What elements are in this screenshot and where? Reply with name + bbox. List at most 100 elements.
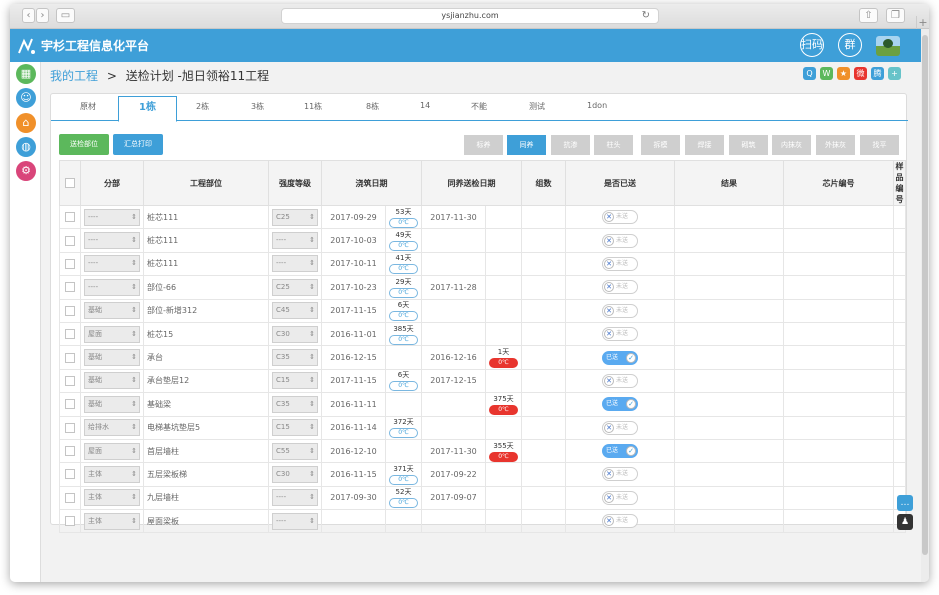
row-select-cell[interactable] — [59, 415, 81, 440]
row-select-cell[interactable] — [59, 462, 81, 487]
chip-cell[interactable] — [783, 462, 894, 487]
col-pour-date[interactable]: 浇筑日期 — [321, 160, 422, 206]
row-checkbox[interactable] — [65, 516, 75, 527]
groups-cell[interactable] — [521, 345, 566, 370]
col-sample[interactable]: 样品编号 — [893, 160, 906, 206]
row-checkbox[interactable] — [65, 258, 75, 269]
result-cell[interactable] — [674, 204, 784, 230]
reload-icon[interactable]: ↻ — [642, 9, 650, 23]
send-date-cell[interactable]: 2017-09-07 — [421, 485, 486, 511]
part-cell[interactable]: 电梯基坑垫层5 — [143, 415, 269, 440]
part-cell[interactable]: 桩芯15 — [143, 321, 269, 347]
sent-toggle[interactable]: ✕ 未送 — [602, 210, 638, 225]
sample-cell[interactable] — [893, 438, 906, 464]
filter-leveling[interactable]: 找平 — [860, 135, 899, 155]
tab-building-11[interactable]: 11栋 — [304, 101, 322, 112]
division-select[interactable]: 基础 — [84, 395, 140, 413]
scrollbar[interactable] — [921, 29, 929, 582]
qzone-icon[interactable]: ★ — [837, 67, 850, 80]
pour-date-cell[interactable]: 2017-11-15 — [321, 368, 386, 394]
row-checkbox[interactable] — [65, 469, 75, 480]
tencent-weibo-icon[interactable]: 腾 — [871, 67, 884, 80]
forward-icon[interactable]: › — [36, 8, 49, 23]
division-select[interactable]: 主体 — [84, 489, 140, 507]
grade-select[interactable]: ---- — [272, 232, 318, 250]
filter-standard-curing[interactable]: 标养 — [464, 135, 503, 155]
row-checkbox[interactable] — [65, 399, 75, 410]
sidebar-globe-icon[interactable]: ◍ — [16, 137, 36, 157]
part-cell[interactable]: 屋面梁板 — [143, 509, 269, 534]
division-select[interactable]: 主体 — [84, 465, 140, 483]
groups-cell[interactable] — [521, 485, 566, 511]
send-date-cell[interactable] — [421, 509, 486, 534]
pour-date-cell[interactable]: 2016-11-15 — [321, 462, 386, 487]
result-cell[interactable] — [674, 392, 784, 417]
row-select-cell[interactable] — [59, 368, 81, 394]
pour-date-cell[interactable]: 2016-11-01 — [321, 321, 386, 347]
sent-toggle[interactable]: ✕ 未送 — [602, 280, 638, 295]
chip-cell[interactable] — [783, 368, 894, 394]
chip-cell[interactable] — [783, 392, 894, 417]
new-tab-icon[interactable]: + — [916, 16, 929, 29]
row-checkbox[interactable] — [65, 375, 75, 386]
sidebar-store-icon[interactable]: ⌂ — [16, 113, 36, 133]
grade-select[interactable]: C35 — [272, 349, 318, 367]
part-cell[interactable]: 五层梁板梯 — [143, 462, 269, 487]
tab-raw-material[interactable]: 原材 — [80, 101, 96, 112]
row-select-cell[interactable] — [59, 345, 81, 370]
sample-cell[interactable] — [893, 368, 906, 394]
division-select[interactable]: ---- — [84, 208, 140, 226]
result-cell[interactable] — [674, 321, 784, 347]
sidebar-user-icon[interactable]: ☺ — [16, 88, 36, 108]
row-select-cell[interactable] — [59, 298, 81, 323]
row-checkbox[interactable] — [65, 352, 75, 363]
result-cell[interactable] — [674, 485, 784, 511]
chip-cell[interactable] — [783, 485, 894, 511]
part-cell[interactable]: 基础梁 — [143, 392, 269, 417]
tab-building-8[interactable]: 8栋 — [366, 101, 379, 112]
sample-cell[interactable] — [893, 275, 906, 300]
sample-cell[interactable] — [893, 321, 906, 347]
send-date-cell[interactable]: 2017-11-28 — [421, 275, 486, 300]
sent-toggle[interactable]: ✕ 未送 — [602, 490, 638, 505]
send-date-cell[interactable]: 2017-11-30 — [421, 204, 486, 230]
groups-cell[interactable] — [521, 298, 566, 323]
sample-cell[interactable] — [893, 415, 906, 440]
chip-cell[interactable] — [783, 251, 894, 277]
groups-cell[interactable] — [521, 228, 566, 253]
grade-select[interactable]: C15 — [272, 372, 318, 390]
sample-cell[interactable] — [893, 345, 906, 370]
row-checkbox[interactable] — [65, 212, 75, 223]
grade-select[interactable]: C30 — [272, 325, 318, 343]
result-cell[interactable] — [674, 298, 784, 323]
part-cell[interactable]: 桩芯111 — [143, 204, 269, 230]
part-cell[interactable]: 部位-66 — [143, 275, 269, 300]
sample-cell[interactable] — [893, 298, 906, 323]
chat-icon[interactable]: … — [897, 495, 913, 511]
result-cell[interactable] — [674, 251, 784, 277]
part-cell[interactable]: 九层墙柱 — [143, 485, 269, 511]
division-select[interactable]: 基础 — [84, 372, 140, 390]
sent-toggle[interactable]: ✕ 未送 — [602, 233, 638, 248]
pour-date-cell[interactable]: 2016-12-10 — [321, 438, 386, 464]
row-select-cell[interactable] — [59, 275, 81, 300]
row-select-cell[interactable] — [59, 438, 81, 464]
back-icon[interactable]: ‹ — [22, 8, 35, 23]
grade-select[interactable]: ---- — [272, 512, 318, 530]
tab-building-3[interactable]: 3栋 — [251, 101, 264, 112]
result-cell[interactable] — [674, 438, 784, 464]
row-select-cell[interactable] — [59, 204, 81, 230]
pour-date-cell[interactable]: 2017-10-03 — [321, 228, 386, 253]
grade-select[interactable]: C15 — [272, 419, 318, 437]
send-date-cell[interactable] — [421, 415, 486, 440]
tab-1don[interactable]: 1don — [587, 101, 607, 110]
sample-cell[interactable] — [893, 251, 906, 277]
result-cell[interactable] — [674, 275, 784, 300]
division-select[interactable]: ---- — [84, 232, 140, 250]
row-checkbox[interactable] — [65, 329, 75, 340]
sent-toggle[interactable]: ✕ 未送 — [602, 467, 638, 482]
row-checkbox[interactable] — [65, 492, 75, 503]
sent-toggle[interactable]: ✓ 已送 — [602, 444, 638, 459]
division-select[interactable]: 基础 — [84, 302, 140, 320]
sent-toggle[interactable]: ✕ 未送 — [602, 420, 638, 435]
